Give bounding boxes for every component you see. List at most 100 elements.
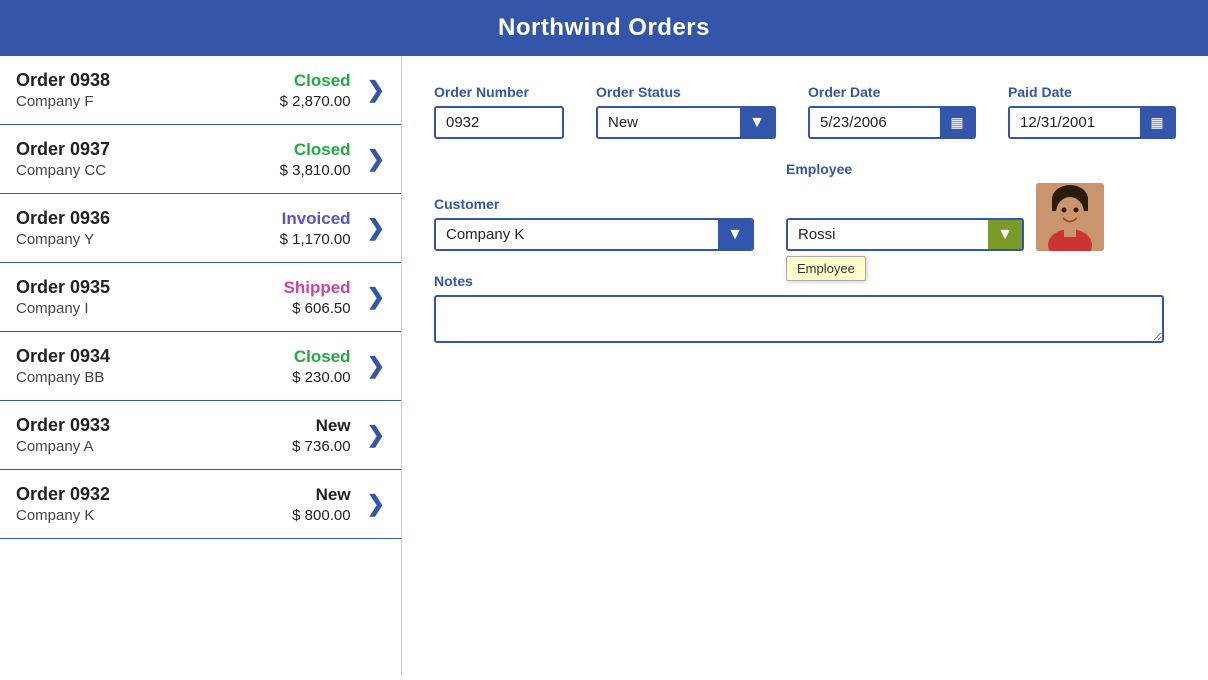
chevron-icon: ❯: [367, 146, 385, 172]
order-amount-text: $ 1,170.00: [280, 231, 351, 248]
order-amount-text: $ 2,870.00: [280, 93, 351, 110]
order-right: New $ 800.00: [292, 485, 350, 524]
order-info: Order 0934 Company BB: [16, 346, 292, 386]
employee-photo: [1036, 183, 1104, 251]
order-info: Order 0937 Company CC: [16, 139, 280, 179]
calendar-icon-2: ▦: [1150, 114, 1163, 131]
form-row-3: Notes: [434, 273, 1176, 343]
paid-date-input-wrapper: ▦: [1008, 106, 1176, 139]
order-company-text: Company Y: [16, 231, 280, 248]
order-amount-text: $ 230.00: [292, 369, 350, 386]
employee-input[interactable]: [788, 220, 988, 249]
order-info: Order 0938 Company F: [16, 70, 280, 110]
order-right: Closed $ 230.00: [292, 347, 350, 386]
list-item[interactable]: Order 0933 Company A New $ 736.00 ❯: [0, 401, 401, 470]
order-number-text: Order 0934: [16, 346, 292, 367]
order-status-label: Order Status: [596, 84, 776, 100]
order-status-text: New: [292, 416, 350, 436]
order-amount-text: $ 736.00: [292, 438, 350, 455]
order-company-text: Company K: [16, 507, 292, 524]
order-date-input-wrapper: ▦: [808, 106, 976, 139]
order-date-group: Order Date ▦: [808, 84, 976, 139]
detail-panel: Order Number Order Status New ▼ Order Da…: [402, 56, 1208, 676]
chevron-icon: ❯: [367, 422, 385, 448]
order-number-input[interactable]: [434, 106, 564, 139]
order-info: Order 0935 Company I: [16, 277, 284, 317]
paid-date-group: Paid Date ▦: [1008, 84, 1176, 139]
chevron-icon: ❯: [367, 215, 385, 241]
notes-group: Notes: [434, 273, 1164, 343]
order-company-text: Company F: [16, 93, 280, 110]
list-item[interactable]: Order 0934 Company BB Closed $ 230.00 ❯: [0, 332, 401, 401]
order-status-select-wrapper: New ▼: [596, 106, 776, 139]
order-right: Shipped $ 606.50: [284, 278, 351, 317]
list-item[interactable]: Order 0936 Company Y Invoiced $ 1,170.00…: [0, 194, 401, 263]
employee-input-area: ▼ Employee: [786, 218, 1024, 251]
list-item[interactable]: Order 0938 Company F Closed $ 2,870.00 ❯: [0, 56, 401, 125]
employee-group: Employee ▼ Employee: [786, 161, 1104, 251]
order-number-label: Order Number: [434, 84, 564, 100]
order-status-dropdown-button[interactable]: ▼: [740, 108, 774, 137]
employee-label: Employee: [786, 161, 1104, 177]
list-item[interactable]: Order 0932 Company K New $ 800.00 ❯: [0, 470, 401, 539]
order-amount-text: $ 800.00: [292, 507, 350, 524]
order-amount-text: $ 3,810.00: [280, 162, 351, 179]
order-number-text: Order 0933: [16, 415, 292, 436]
employee-section: ▼ Employee: [786, 183, 1104, 251]
list-item[interactable]: Order 0937 Company CC Closed $ 3,810.00 …: [0, 125, 401, 194]
form-row-2: Customer Company K ▼ Employee: [434, 161, 1176, 251]
order-status-text: New: [292, 485, 350, 505]
order-number-group: Order Number: [434, 84, 564, 139]
customer-dropdown-button[interactable]: ▼: [718, 220, 752, 249]
order-list: Order 0938 Company F Closed $ 2,870.00 ❯…: [0, 56, 402, 676]
order-company-text: Company CC: [16, 162, 280, 179]
order-number-text: Order 0937: [16, 139, 280, 160]
order-status-text: Closed: [280, 71, 351, 91]
order-status-text: Closed: [292, 347, 350, 367]
main-layout: Order 0938 Company F Closed $ 2,870.00 ❯…: [0, 56, 1208, 676]
order-right: Closed $ 2,870.00: [280, 71, 351, 110]
employee-select-wrapper: ▼: [786, 218, 1024, 251]
order-amount-text: $ 606.50: [284, 300, 351, 317]
order-info: Order 0936 Company Y: [16, 208, 280, 248]
app-header: Northwind Orders: [0, 0, 1208, 56]
customer-label: Customer: [434, 196, 754, 212]
order-company-text: Company I: [16, 300, 284, 317]
order-status-value: New: [598, 108, 740, 137]
order-info: Order 0933 Company A: [16, 415, 292, 455]
customer-value: Company K: [436, 220, 718, 249]
order-date-input[interactable]: [810, 108, 940, 137]
order-status-text: Closed: [280, 140, 351, 160]
order-date-calendar-button[interactable]: ▦: [940, 108, 974, 137]
paid-date-input[interactable]: [1010, 108, 1140, 137]
order-status-text: Invoiced: [280, 209, 351, 229]
order-right: Invoiced $ 1,170.00: [280, 209, 351, 248]
chevron-icon: ❯: [367, 284, 385, 310]
order-right: New $ 736.00: [292, 416, 350, 455]
order-company-text: Company A: [16, 438, 292, 455]
customer-group: Customer Company K ▼: [434, 196, 754, 251]
form-row-1: Order Number Order Status New ▼ Order Da…: [434, 84, 1176, 139]
paid-date-calendar-button[interactable]: ▦: [1140, 108, 1174, 137]
dropdown-arrow-icon: ▼: [749, 114, 765, 132]
employee-dropdown-button[interactable]: ▼: [988, 220, 1022, 249]
chevron-icon: ❯: [367, 77, 385, 103]
paid-date-label: Paid Date: [1008, 84, 1176, 100]
order-number-text: Order 0935: [16, 277, 284, 298]
app-title: Northwind Orders: [498, 14, 710, 41]
order-number-text: Order 0938: [16, 70, 280, 91]
chevron-icon: ❯: [367, 353, 385, 379]
order-number-text: Order 0932: [16, 484, 292, 505]
chevron-icon: ❯: [367, 491, 385, 517]
notes-input[interactable]: [434, 295, 1164, 343]
order-date-label: Order Date: [808, 84, 976, 100]
list-item[interactable]: Order 0935 Company I Shipped $ 606.50 ❯: [0, 263, 401, 332]
order-number-text: Order 0936: [16, 208, 280, 229]
order-right: Closed $ 3,810.00: [280, 140, 351, 179]
employee-dropdown-arrow-icon: ▼: [997, 226, 1013, 244]
customer-select-wrapper: Company K ▼: [434, 218, 754, 251]
customer-dropdown-arrow-icon: ▼: [727, 226, 743, 244]
order-status-text: Shipped: [284, 278, 351, 298]
order-info: Order 0932 Company K: [16, 484, 292, 524]
order-company-text: Company BB: [16, 369, 292, 386]
